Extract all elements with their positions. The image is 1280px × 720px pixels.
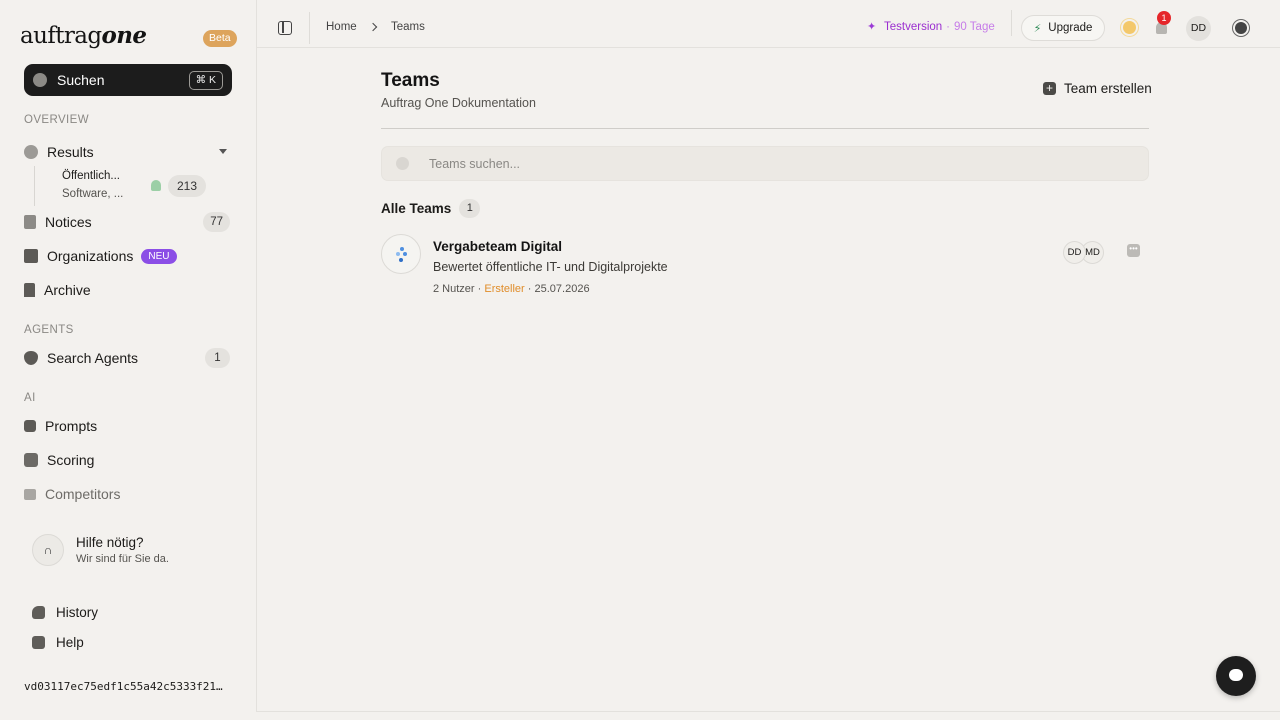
chip-icon: [24, 420, 36, 432]
section-label-overview: OVERVIEW: [24, 114, 89, 126]
sidebar-item-results[interactable]: Results: [24, 139, 232, 165]
section-label-ai: AI: [24, 392, 36, 404]
all-teams-label: Alle Teams: [381, 201, 452, 216]
sidebar-footer-history[interactable]: History: [32, 601, 98, 623]
sidebar-item-label: Organizations: [47, 248, 134, 264]
chart-icon: [24, 488, 36, 500]
create-team-label: Team erstellen: [1064, 81, 1152, 96]
trial-status[interactable]: ✦ Testversion · 90 Tage: [867, 21, 995, 33]
subitem-count: 213: [168, 175, 207, 197]
team-role: Ersteller: [484, 283, 525, 295]
breadcrumb-home[interactable]: Home: [326, 21, 357, 33]
divider: [381, 128, 1149, 129]
gear-icon[interactable]: [1235, 22, 1247, 34]
headphones-icon: ∩: [32, 534, 64, 566]
subitem-subtitle: Software, ...: [62, 188, 124, 200]
chevron-right-icon: [368, 22, 378, 32]
team-meta: 2 Nutzer · Ersteller · 25.07.2026: [433, 283, 590, 295]
sidebar-item-label: Results: [47, 144, 94, 160]
section-label-agents: AGENTS: [24, 324, 74, 336]
search-icon: [33, 73, 47, 87]
top-bar: Home Teams ✦ Testversion · 90 Tage ⚡ Upg…: [257, 0, 1280, 48]
sidebar-item-label: Archive: [44, 282, 91, 298]
sidebar-item-label: Prompts: [45, 418, 98, 434]
sidebar-item-competitors[interactable]: Competitors: [24, 481, 232, 507]
beta-badge: Beta: [203, 30, 237, 47]
trial-label: Testversion: [884, 21, 943, 33]
bolt-icon: ⚡: [1033, 22, 1042, 35]
main-panel: Home Teams ✦ Testversion · 90 Tage ⚡ Upg…: [256, 0, 1280, 712]
logo-text-1: auftrag: [20, 23, 102, 49]
search-shortcut: ⌘ K: [188, 70, 223, 90]
help-label: Help: [56, 634, 84, 650]
search-icon: [396, 157, 409, 170]
team-date: 25.07.2026: [534, 283, 590, 295]
team-search-box[interactable]: [381, 146, 1149, 181]
search-button[interactable]: Suchen ⌘ K: [24, 64, 232, 96]
avatar: DD: [1063, 241, 1086, 264]
sidebar-subitem-search[interactable]: Öffentlich... Software, ... 213: [34, 166, 234, 206]
clock-icon: [32, 605, 45, 619]
sidebar-item-notices[interactable]: Notices 77: [24, 209, 232, 235]
team-row[interactable]: Vergabeteam Digital Bewertet öffentliche…: [381, 232, 1149, 300]
all-teams-count: 1: [459, 199, 481, 218]
chat-icon: [32, 635, 45, 649]
circle-icon: [24, 145, 38, 159]
team-members: 2 Nutzer: [433, 283, 475, 295]
sidebar-item-label: Competitors: [45, 486, 121, 502]
buildings-icon: [24, 249, 38, 263]
sidebar-item-prompts[interactable]: Prompts: [24, 413, 232, 439]
sidebar-item-label: Scoring: [47, 452, 95, 468]
gauge-icon: [24, 453, 38, 467]
sidebar-item-archive[interactable]: Archive: [24, 277, 232, 303]
page-title: Teams: [381, 70, 440, 91]
page-subtitle: Auftrag One Dokumentation: [381, 96, 536, 110]
plus-icon: +: [1043, 82, 1056, 95]
sidebar-item-label: Search Agents: [47, 350, 139, 366]
notification-badge: 1: [1157, 11, 1171, 25]
team-logo-icon: [381, 234, 421, 274]
team-description: Bewertet öffentliche IT- und Digitalproj…: [433, 260, 668, 274]
sidebar-toggle-icon[interactable]: [278, 21, 292, 35]
breadcrumb-current: Teams: [391, 21, 425, 33]
new-badge: NEU: [141, 248, 177, 264]
chat-bubble-icon[interactable]: [1216, 656, 1256, 696]
help-subtitle: Wir sind für Sie da.: [76, 553, 169, 565]
sidebar-footer-help[interactable]: Help: [32, 631, 84, 653]
subitem-title: Öffentlich...: [62, 170, 120, 182]
chevron-down-icon[interactable]: [219, 149, 227, 154]
all-teams-header: Alle Teams 1: [381, 199, 481, 218]
help-card[interactable]: ∩ Hilfe nötig? Wir sind für Sie da.: [24, 526, 232, 574]
create-team-button[interactable]: + Team erstellen: [1043, 81, 1152, 96]
bookmark-icon: [24, 283, 35, 297]
trial-days: 90 Tage: [954, 21, 995, 33]
shield-icon: [24, 351, 38, 365]
sidebar-item-organizations[interactable]: Organizations NEU: [24, 243, 232, 269]
logo-text-2: one: [101, 22, 148, 49]
team-search-input[interactable]: [429, 156, 1148, 171]
search-agents-count: 1: [205, 348, 230, 368]
help-title: Hilfe nötig?: [76, 535, 144, 550]
sidebar: auftragone Beta Suchen ⌘ K OVERVIEW Resu…: [0, 0, 256, 720]
app-logo[interactable]: auftragone: [20, 22, 148, 49]
upgrade-button[interactable]: ⚡ Upgrade: [1021, 15, 1105, 41]
sidebar-item-label: Notices: [45, 214, 92, 230]
document-icon: [24, 215, 36, 229]
trial-separator: ·: [946, 21, 951, 33]
divider: [309, 12, 310, 44]
more-icon[interactable]: •••: [1127, 244, 1140, 257]
search-button-label: Suchen: [57, 72, 105, 88]
history-label: History: [56, 604, 99, 620]
upgrade-label: Upgrade: [1048, 22, 1093, 34]
divider: [1011, 10, 1012, 36]
team-name: Vergabeteam Digital: [433, 239, 563, 254]
notices-count: 77: [203, 212, 230, 232]
avatar[interactable]: DD: [1186, 16, 1211, 41]
sun-icon[interactable]: [1123, 21, 1136, 34]
bell-icon: [151, 180, 161, 191]
build-hash: vd03117ec75edf1c55a42c5333f21…: [24, 680, 223, 693]
sparkle-icon: ✦: [867, 20, 877, 33]
sidebar-item-scoring[interactable]: Scoring: [24, 447, 232, 473]
sidebar-item-search-agents[interactable]: Search Agents 1: [24, 345, 232, 371]
